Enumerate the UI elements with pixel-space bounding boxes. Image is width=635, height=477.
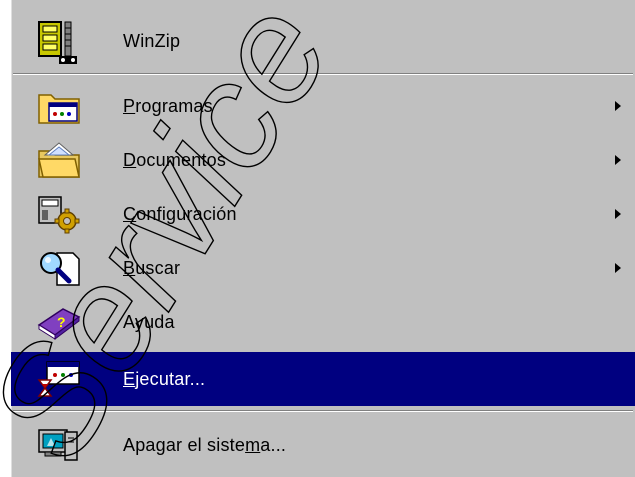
start-menu: WinZip Programas Documentos Configuració… xyxy=(9,0,635,477)
menu-item-apagar[interactable]: Apagar el sistema... xyxy=(11,418,635,472)
menu-item-winzip[interactable]: WinZip xyxy=(11,14,635,68)
screen: WinZip Programas Documentos Configuració… xyxy=(0,0,635,477)
settings-icon xyxy=(35,193,83,235)
menu-item-label: Configuración xyxy=(123,203,237,224)
menu-item-buscar[interactable]: Buscar xyxy=(11,241,635,295)
programs-folder-icon xyxy=(35,85,83,127)
svg-text:?: ? xyxy=(57,314,66,330)
submenu-arrow-icon xyxy=(615,263,621,273)
menu-separator xyxy=(13,410,633,412)
help-book-icon: ? xyxy=(35,301,83,343)
run-icon xyxy=(35,358,83,400)
menu-item-label: WinZip xyxy=(123,30,181,51)
menu-item-label: Ayuda xyxy=(123,311,175,332)
submenu-arrow-icon xyxy=(615,101,621,111)
menu-item-label: Documentos xyxy=(123,149,227,170)
submenu-arrow-icon xyxy=(615,155,621,165)
menu-separator xyxy=(13,73,633,75)
menu-item-documentos[interactable]: Documentos xyxy=(11,133,635,187)
find-icon xyxy=(35,247,83,289)
menu-item-ejecutar[interactable]: Ejecutar... xyxy=(11,352,635,406)
winzip-icon xyxy=(35,20,83,64)
menu-item-ayuda[interactable]: ? Ayuda xyxy=(11,295,635,349)
menu-item-configuracion[interactable]: Configuración xyxy=(11,187,635,241)
menu-item-label: Ejecutar... xyxy=(123,368,206,389)
menu-item-label: Apagar el sistema... xyxy=(123,434,287,455)
menu-item-programas[interactable]: Programas xyxy=(11,79,635,133)
menu-item-label: Programas xyxy=(123,95,213,116)
menu-item-label: Buscar xyxy=(123,257,181,278)
documents-folder-icon xyxy=(35,139,83,181)
submenu-arrow-icon xyxy=(615,209,621,219)
shutdown-icon xyxy=(35,424,83,466)
